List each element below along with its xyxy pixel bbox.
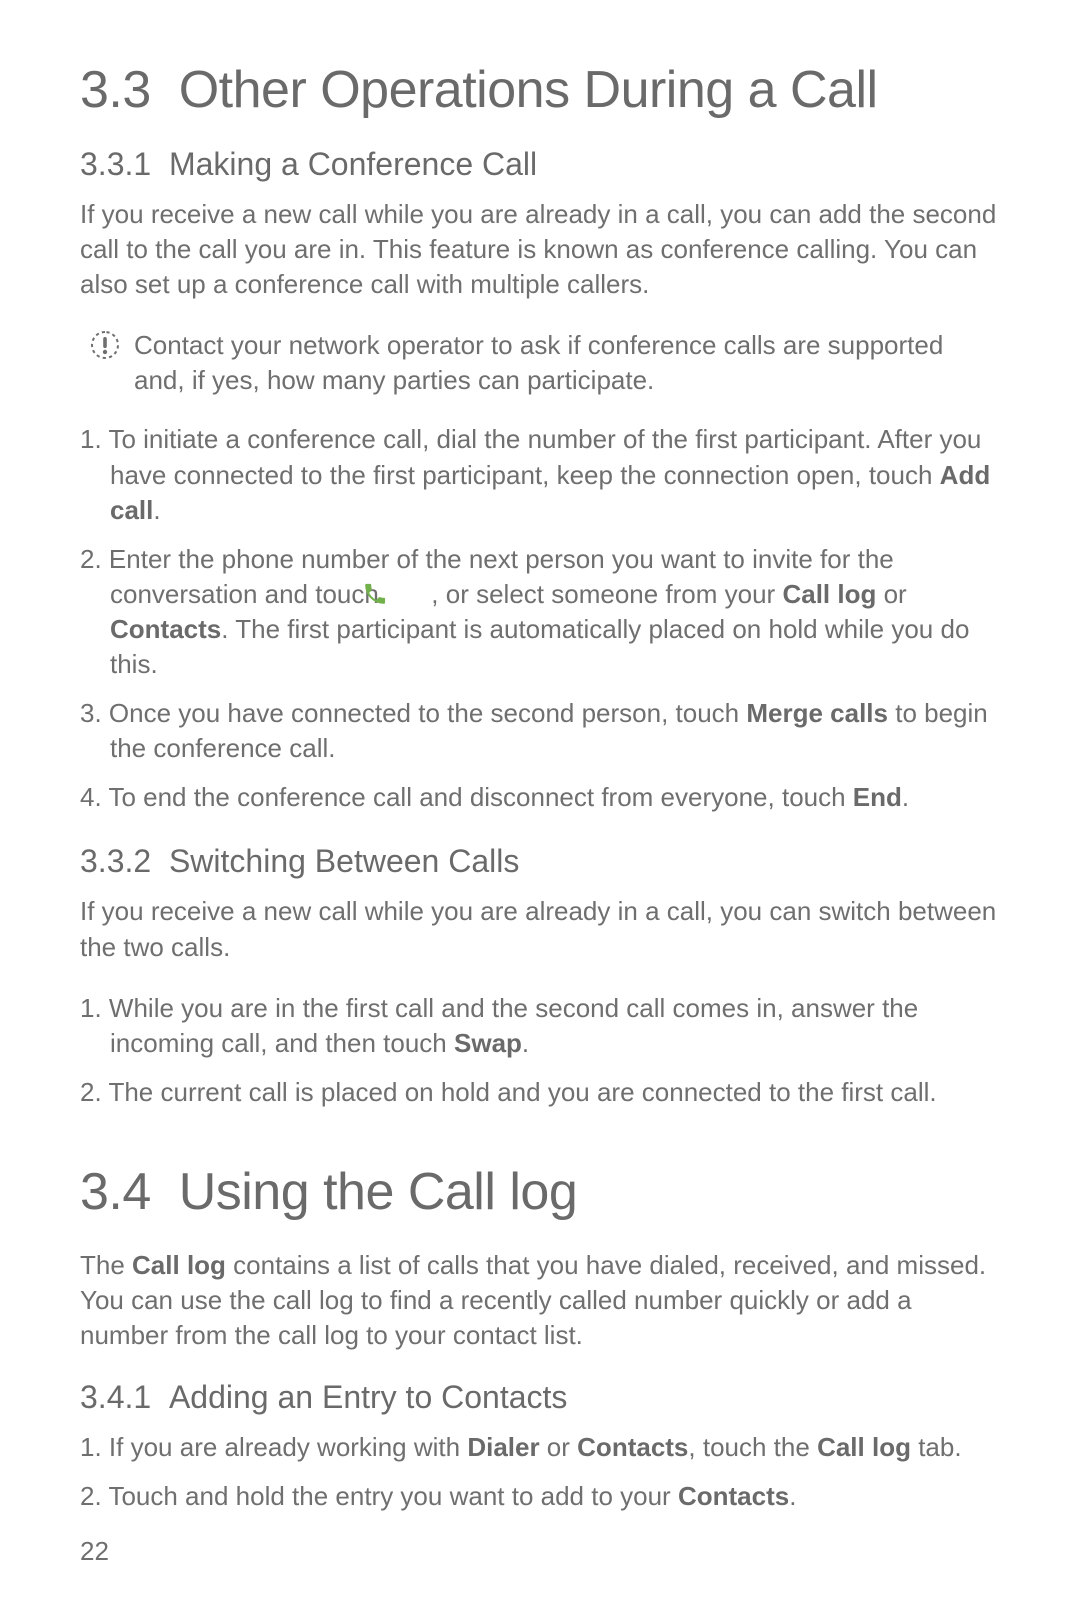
bold-call-log: Call log bbox=[132, 1250, 226, 1280]
step-item: If you are already working with Dialer o… bbox=[80, 1430, 1000, 1465]
page-number: 22 bbox=[80, 1536, 109, 1567]
step-item: Once you have connected to the second pe… bbox=[80, 696, 1000, 766]
subsection-heading-3-3-1: 3.3.1 Making a Conference Call bbox=[80, 146, 1000, 183]
step-item: The current call is placed on hold and y… bbox=[80, 1075, 1000, 1110]
steps-list-331: To initiate a conference call, dial the … bbox=[80, 422, 1000, 815]
subsection-title: Making a Conference Call bbox=[169, 146, 537, 182]
bold-merge-calls: Merge calls bbox=[746, 698, 888, 728]
document-page: 3.3 Other Operations During a Call 3.3.1… bbox=[0, 0, 1080, 1617]
subsection-number: 3.4.1 bbox=[80, 1379, 151, 1415]
alert-icon bbox=[90, 330, 120, 365]
subsection-number: 3.3.2 bbox=[80, 843, 151, 879]
step-item: While you are in the first call and the … bbox=[80, 991, 1000, 1061]
bold-contacts: Contacts bbox=[577, 1432, 688, 1462]
subsection-title: Switching Between Calls bbox=[169, 843, 519, 879]
steps-list-341: If you are already working with Dialer o… bbox=[80, 1430, 1000, 1514]
paragraph-intro-331: If you receive a new call while you are … bbox=[80, 197, 1000, 302]
phone-icon bbox=[392, 581, 418, 607]
paragraph-intro-34: The Call log contains a list of calls th… bbox=[80, 1248, 1000, 1353]
bold-contacts: Contacts bbox=[110, 614, 221, 644]
section-number: 3.4 bbox=[80, 1163, 151, 1221]
step-item: To initiate a conference call, dial the … bbox=[80, 422, 1000, 527]
step-item: Touch and hold the entry you want to add… bbox=[80, 1479, 1000, 1514]
section-heading-3-3: 3.3 Other Operations During a Call bbox=[80, 60, 1000, 120]
subsection-title: Adding an Entry to Contacts bbox=[169, 1379, 567, 1415]
step-item: Enter the phone number of the next perso… bbox=[80, 542, 1000, 682]
step-item: To end the conference call and disconnec… bbox=[80, 780, 1000, 815]
bold-contacts: Contacts bbox=[678, 1481, 789, 1511]
paragraph-intro-332: If you receive a new call while you are … bbox=[80, 894, 1000, 964]
bold-call-log: Call log bbox=[817, 1432, 911, 1462]
subsection-number: 3.3.1 bbox=[80, 146, 151, 182]
section-number: 3.3 bbox=[80, 61, 151, 119]
subsection-heading-3-4-1: 3.4.1 Adding an Entry to Contacts bbox=[80, 1379, 1000, 1416]
bold-dialer: Dialer bbox=[467, 1432, 539, 1462]
bold-swap: Swap bbox=[454, 1028, 522, 1058]
steps-list-332: While you are in the first call and the … bbox=[80, 991, 1000, 1110]
note-text: Contact your network operator to ask if … bbox=[134, 328, 1000, 398]
bold-end: End bbox=[853, 782, 902, 812]
note-block: Contact your network operator to ask if … bbox=[80, 328, 1000, 398]
bold-call-log: Call log bbox=[782, 579, 876, 609]
section-title: Using the Call log bbox=[179, 1163, 578, 1221]
section-title: Other Operations During a Call bbox=[179, 61, 878, 119]
subsection-heading-3-3-2: 3.3.2 Switching Between Calls bbox=[80, 843, 1000, 880]
section-heading-3-4: 3.4 Using the Call log bbox=[80, 1162, 1000, 1222]
